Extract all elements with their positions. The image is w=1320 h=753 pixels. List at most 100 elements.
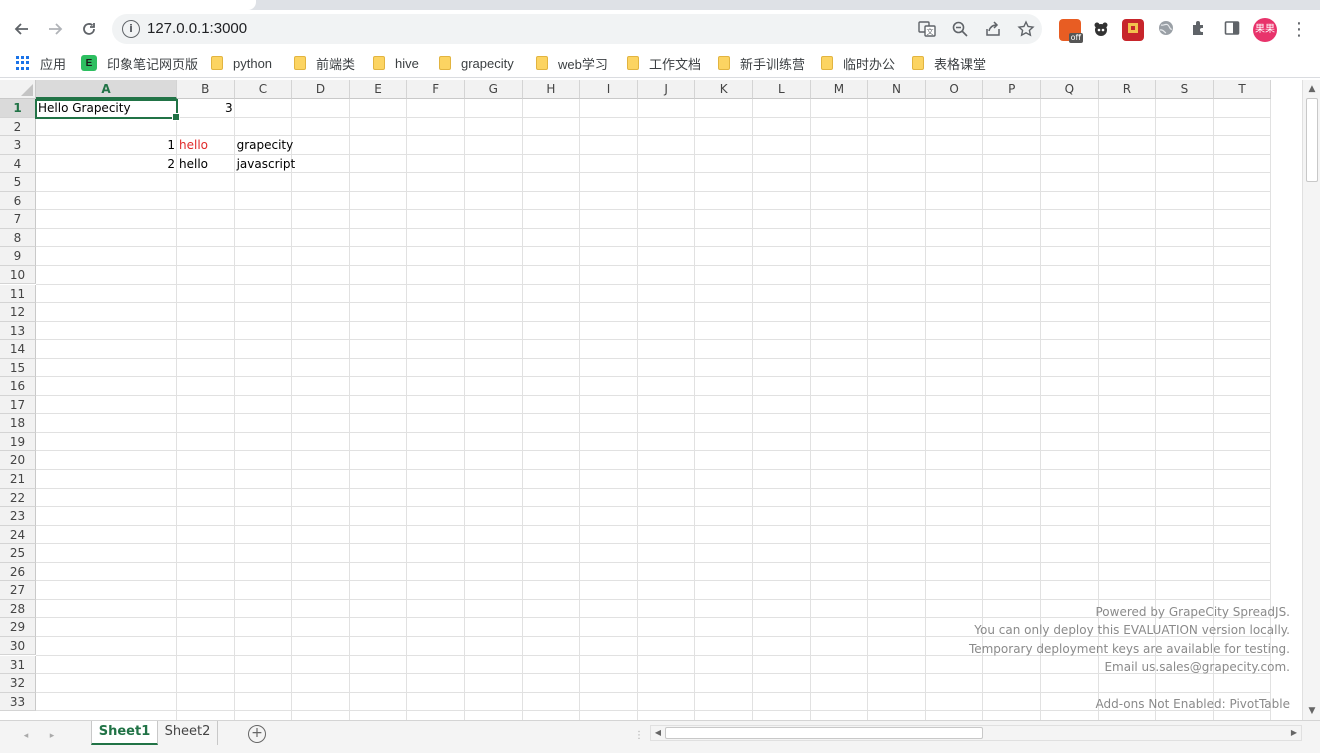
row-header-24[interactable]: 24 [0, 525, 36, 545]
bookmark-grapecity[interactable]: grapecity [439, 54, 514, 72]
row-header-31[interactable]: 31 [0, 655, 36, 674]
tab-next-icon[interactable]: ▸ [45, 729, 59, 743]
bookmark-hive[interactable]: hive [373, 54, 419, 72]
row-header-5[interactable]: 5 [0, 173, 36, 192]
reload-icon[interactable] [76, 16, 102, 42]
row-header-14[interactable]: 14 [0, 340, 36, 359]
sheet-tab-sheet2[interactable]: Sheet2 [158, 721, 218, 745]
panda-extension-icon[interactable] [1090, 19, 1112, 41]
row-header-12[interactable]: 12 [0, 303, 36, 322]
row-header-27[interactable]: 27 [0, 581, 36, 600]
row-header-9[interactable]: 9 [0, 247, 36, 266]
row-header-22[interactable]: 22 [0, 488, 36, 508]
column-header-q[interactable]: Q [1041, 80, 1099, 99]
bookmark-star-icon[interactable] [1016, 20, 1036, 40]
column-header-i[interactable]: I [580, 80, 638, 99]
row-header-13[interactable]: 13 [0, 321, 36, 341]
horizontal-scrollbar[interactable]: ◀ ▶ [650, 725, 1302, 741]
cell-a4[interactable]: 2 [36, 155, 177, 173]
column-header-n[interactable]: N [868, 80, 926, 99]
horizontal-scroll-thumb[interactable] [665, 727, 983, 739]
extensions-puzzle-icon[interactable] [1188, 19, 1210, 41]
red-extension-icon[interactable] [1122, 19, 1144, 41]
site-info-icon[interactable]: i [122, 20, 140, 38]
cell-a3[interactable]: 1 [36, 136, 177, 154]
vertical-scrollbar[interactable]: ▲ ▼ [1302, 80, 1320, 720]
column-header-t[interactable]: T [1213, 80, 1272, 99]
forward-arrow-icon[interactable] [42, 16, 68, 42]
translate-icon[interactable]: 文 [917, 20, 937, 40]
column-header-e[interactable]: E [349, 80, 408, 99]
column-header-r[interactable]: R [1098, 80, 1157, 99]
row-header-30[interactable]: 30 [0, 636, 36, 656]
row-header-19[interactable]: 19 [0, 432, 36, 452]
row-header-1[interactable]: 1 [0, 99, 36, 118]
column-header-f[interactable]: F [407, 80, 465, 99]
column-header-h[interactable]: H [522, 80, 581, 99]
column-header-a[interactable]: A [36, 80, 177, 99]
row-header-15[interactable]: 15 [0, 358, 36, 378]
column-header-b[interactable]: B [177, 80, 235, 99]
cell-c4[interactable]: javascript [235, 155, 296, 173]
row-header-17[interactable]: 17 [0, 395, 36, 415]
row-header-4[interactable]: 4 [0, 154, 36, 174]
row-header-2[interactable]: 2 [0, 117, 36, 137]
profile-avatar[interactable]: 果果 [1253, 18, 1277, 42]
row-header-3[interactable]: 3 [0, 136, 36, 155]
row-header-10[interactable]: 10 [0, 265, 36, 285]
bookmark-evernote[interactable]: E 印象笔记网页版 [81, 54, 198, 72]
column-header-p[interactable]: P [983, 80, 1041, 99]
browser-menu-icon[interactable]: ⋮ [1290, 18, 1308, 42]
row-header-28[interactable]: 28 [0, 599, 36, 619]
row-header-7[interactable]: 7 [0, 210, 36, 229]
address-bar[interactable]: i 127.0.0.1:3000 文 [112, 14, 1042, 44]
extension-off-icon[interactable]: off [1059, 19, 1083, 43]
row-header-23[interactable]: 23 [0, 507, 36, 526]
row-header-8[interactable]: 8 [0, 228, 36, 248]
back-arrow-icon[interactable] [9, 16, 35, 42]
bookmark-temp-office[interactable]: 临时办公 [821, 54, 895, 72]
column-header-s[interactable]: S [1156, 80, 1214, 99]
bookmark-python[interactable]: python [211, 54, 272, 72]
row-header-11[interactable]: 11 [0, 284, 36, 303]
row-header-33[interactable]: 33 [0, 692, 36, 712]
row-header-20[interactable]: 20 [0, 451, 36, 470]
tab-splitter-icon[interactable]: ⋮ [634, 729, 644, 743]
column-header-d[interactable]: D [292, 80, 350, 99]
column-header-k[interactable]: K [695, 80, 753, 99]
globe-extension-icon[interactable] [1155, 19, 1177, 41]
column-header-j[interactable]: J [637, 80, 696, 99]
column-header-o[interactable]: O [925, 80, 984, 99]
bookmark-work-docs[interactable]: 工作文档 [627, 54, 701, 72]
scroll-right-icon[interactable]: ▶ [1289, 727, 1299, 739]
row-header-18[interactable]: 18 [0, 414, 36, 433]
cell-b3[interactable]: hello [177, 136, 235, 154]
row-header-6[interactable]: 6 [0, 191, 36, 211]
bookmark-web-study[interactable]: web学习 [536, 54, 608, 72]
side-panel-icon[interactable] [1221, 19, 1243, 41]
row-header-26[interactable]: 26 [0, 562, 36, 582]
select-all-corner[interactable] [0, 80, 36, 99]
scroll-down-icon[interactable]: ▼ [1306, 705, 1318, 717]
scroll-up-icon[interactable]: ▲ [1306, 83, 1318, 95]
bookmark-sheet-class[interactable]: 表格课堂 [912, 54, 986, 72]
cell-b4[interactable]: hello [177, 155, 235, 173]
column-header-c[interactable]: C [234, 80, 293, 99]
add-sheet-icon[interactable]: + [248, 725, 266, 743]
bookmark-training-camp[interactable]: 新手训练营 [718, 54, 805, 72]
bookmark-frontend[interactable]: 前端类 [294, 54, 355, 72]
scroll-left-icon[interactable]: ◀ [653, 727, 663, 739]
row-header-21[interactable]: 21 [0, 470, 36, 489]
sheet-tab-sheet1[interactable]: Sheet1 [91, 721, 158, 745]
share-icon[interactable] [983, 20, 1003, 40]
row-header-32[interactable]: 32 [0, 674, 36, 693]
vertical-scroll-thumb[interactable] [1306, 98, 1318, 182]
cell-b1[interactable]: 3 [177, 99, 235, 117]
column-header-m[interactable]: M [810, 80, 869, 99]
column-header-g[interactable]: G [465, 80, 523, 99]
row-header-16[interactable]: 16 [0, 377, 36, 396]
zoom-icon[interactable] [950, 20, 970, 40]
bookmark-apps[interactable]: 应用 [16, 54, 66, 72]
column-header-l[interactable]: L [753, 80, 811, 99]
cell-c3[interactable]: grapecity [235, 136, 294, 154]
